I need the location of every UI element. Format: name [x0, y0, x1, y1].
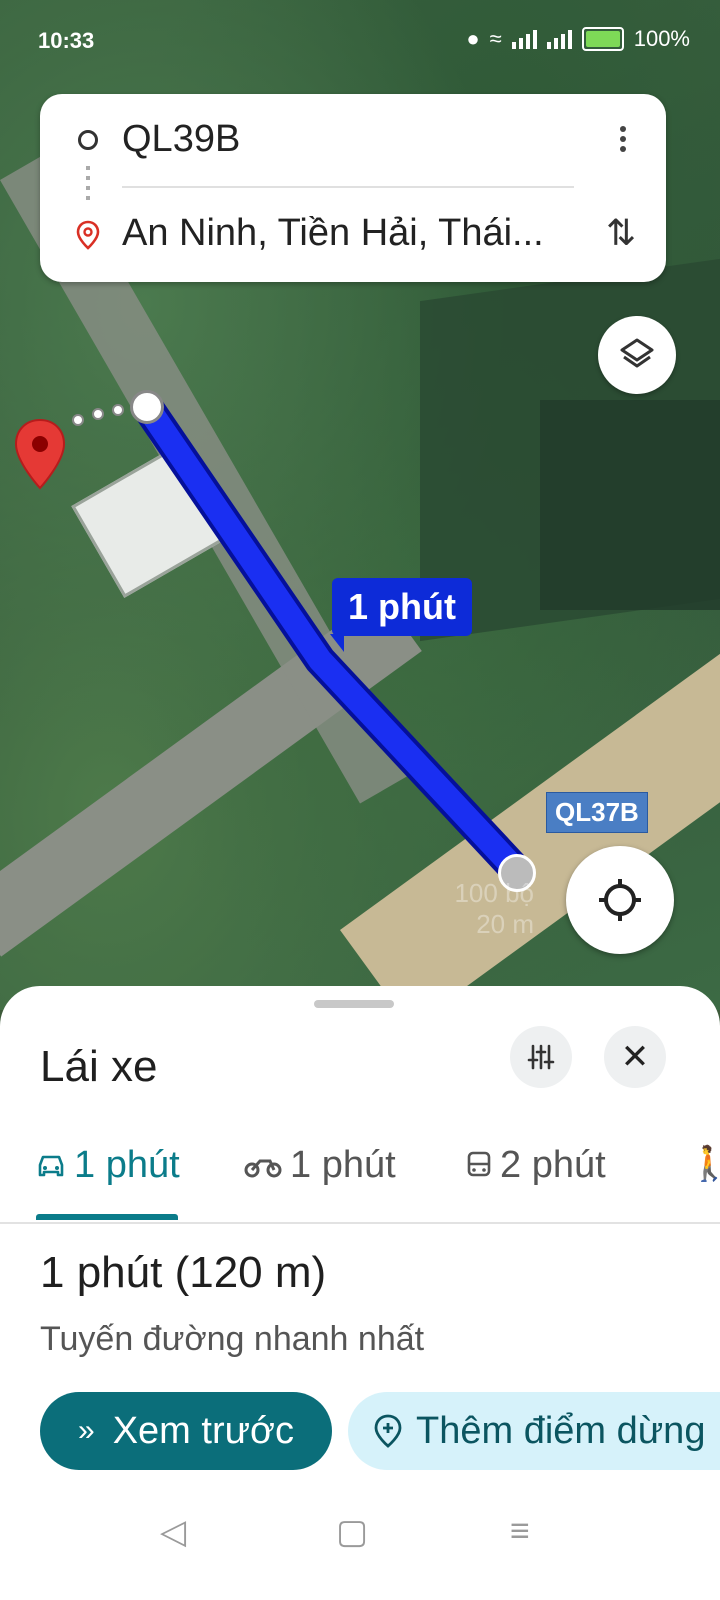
tab-driving-label: 1 phút	[74, 1144, 180, 1186]
tab-driving[interactable]: 1 phút	[36, 1144, 180, 1187]
divider	[122, 186, 574, 188]
route-description: Tuyến đường nhanh nhất	[40, 1320, 425, 1358]
origin-field[interactable]: QL39B	[122, 118, 240, 161]
crosshair-icon	[599, 879, 641, 921]
more-options-icon[interactable]	[620, 122, 628, 156]
active-tab-indicator	[36, 1214, 178, 1220]
layers-icon	[620, 338, 654, 368]
walking-icon: 🚶	[688, 1145, 720, 1183]
signal-icon	[511, 29, 537, 49]
my-location-button[interactable]	[566, 846, 674, 954]
status-bar: 10:33 ● ≈ 100%	[0, 0, 720, 80]
travel-mode-tabs: 1 phút 1 phút 2 phút 🚶	[0, 1126, 720, 1224]
origin-circle-icon	[78, 130, 98, 150]
home-icon[interactable]: ▢	[336, 1512, 368, 1552]
destination-pin-icon[interactable]	[14, 418, 66, 490]
map-view[interactable]: 1 phút QL37B 100 bộ 20 m 10:33 ● ≈ 100% …	[0, 0, 720, 1010]
tab-walking[interactable]: 🚶	[688, 1144, 720, 1184]
scale-bottom: 20 m	[476, 909, 534, 939]
double-chevron-icon: »	[78, 1414, 95, 1447]
recents-icon[interactable]: ≡	[510, 1512, 530, 1551]
tune-icon	[527, 1044, 555, 1070]
close-button[interactable]: ✕	[604, 1026, 666, 1088]
battery-icon	[581, 27, 624, 51]
tab-transit[interactable]: 2 phút	[466, 1144, 606, 1187]
destination-field[interactable]: An Ninh, Tiền Hải, Thái...	[122, 212, 544, 255]
transit-icon	[467, 1151, 491, 1176]
scale-top: 100 bộ	[454, 878, 534, 908]
drag-handle[interactable]	[314, 1000, 394, 1008]
tab-motorbike[interactable]: 1 phút	[244, 1144, 396, 1187]
route-distance: (120 m)	[174, 1248, 327, 1297]
system-nav-bar: ◁ ▢ ≡	[0, 1494, 720, 1600]
preview-button-label: Xem trước	[112, 1409, 294, 1452]
layers-button[interactable]	[598, 316, 676, 394]
add-location-icon	[374, 1414, 402, 1448]
route-duration: 1 phút	[40, 1248, 163, 1297]
sheet-title: Lái xe	[40, 1042, 158, 1091]
directions-card: QL39B An Ninh, Tiền Hải, Thái... ⇅	[40, 94, 666, 282]
car-icon	[38, 1155, 64, 1176]
motorbike-icon	[244, 1159, 282, 1177]
route-time-label[interactable]: 1 phút	[330, 578, 472, 652]
swap-directions-icon[interactable]: ⇅	[606, 212, 636, 254]
wifi-icon: ≈	[489, 26, 502, 51]
route-summary: 1 phút (120 m)	[40, 1248, 326, 1298]
status-time: 10:33	[38, 28, 95, 53]
route-options-button[interactable]	[510, 1026, 572, 1088]
back-icon[interactable]: ◁	[160, 1512, 186, 1552]
signal-icon	[546, 29, 572, 49]
add-stop-label: Thêm điểm dừng	[416, 1409, 706, 1452]
route-start-dot	[130, 390, 164, 424]
map-scale: 100 bộ 20 m	[384, 878, 534, 940]
preview-button[interactable]: » Xem trước	[40, 1392, 332, 1470]
tab-transit-label: 2 phút	[500, 1144, 606, 1186]
close-icon: ✕	[620, 1038, 650, 1076]
road-label: QL37B	[546, 792, 648, 833]
destination-pin-outline-icon	[76, 220, 100, 250]
battery-level: 100%	[633, 26, 690, 51]
add-stop-button[interactable]: Thêm điểm dừng	[348, 1392, 720, 1470]
location-icon: ●	[466, 26, 480, 51]
tab-motorbike-label: 1 phút	[290, 1144, 396, 1186]
connector-dots-icon	[86, 166, 90, 200]
